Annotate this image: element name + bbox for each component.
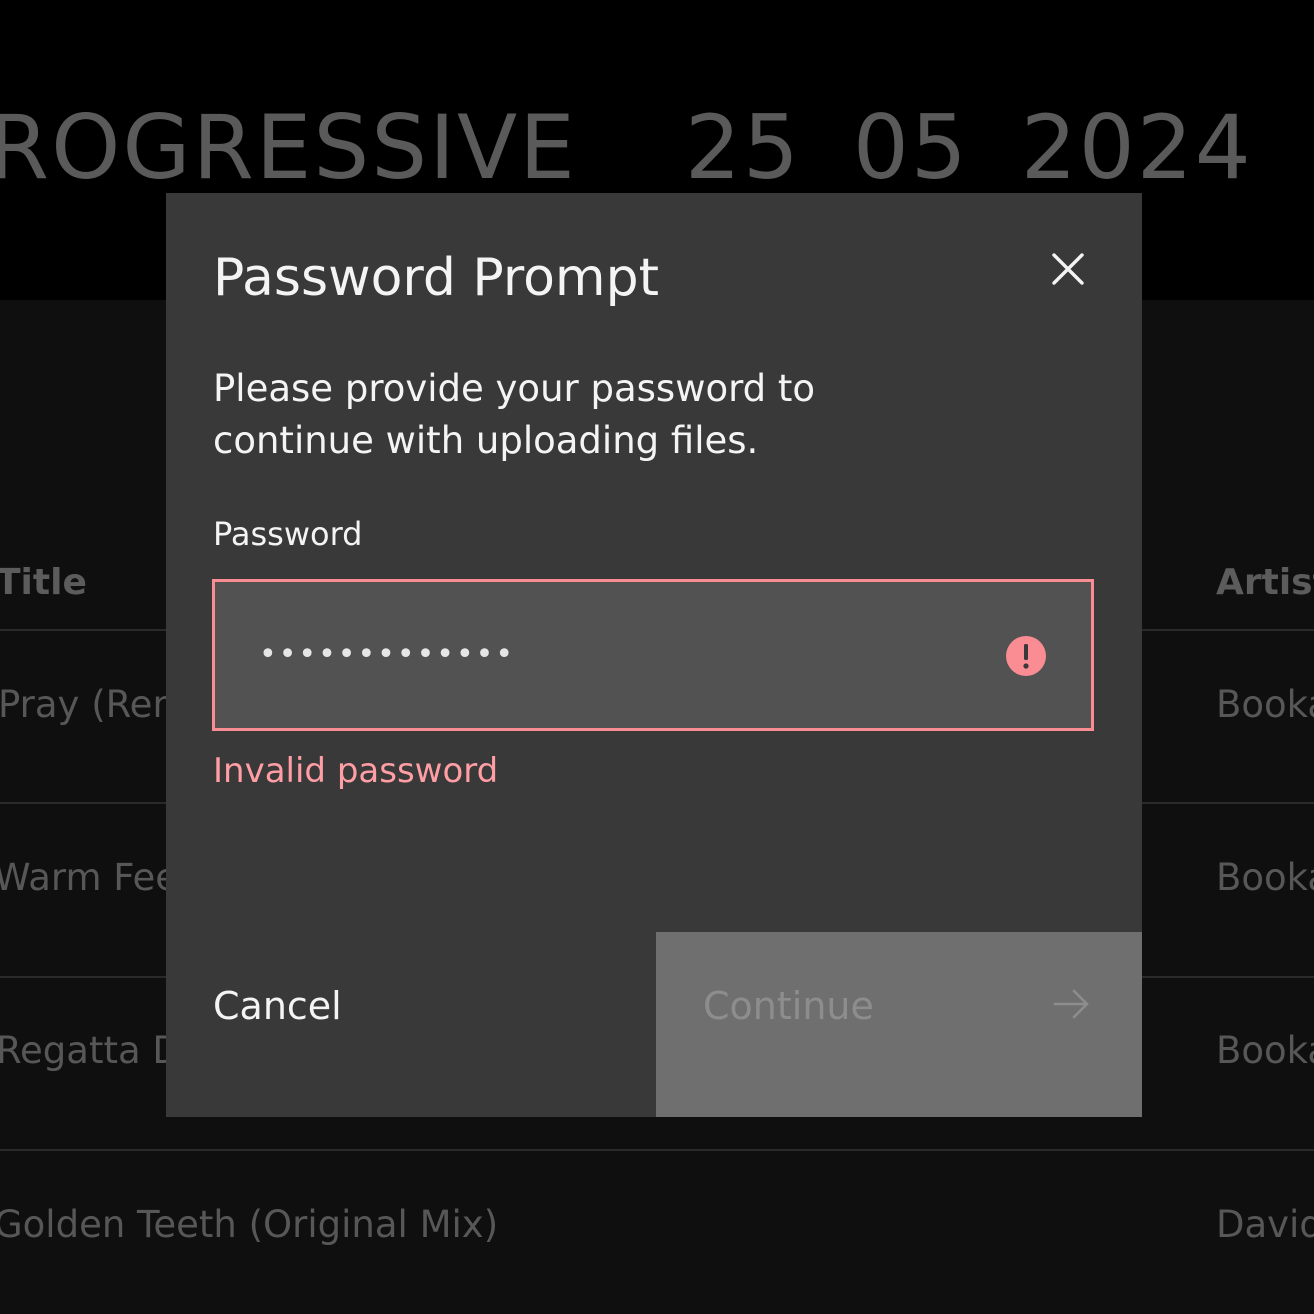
row-title: Pray (Rem: [0, 683, 189, 726]
event-date-month: 05: [852, 96, 969, 199]
password-input[interactable]: •••••••••••••: [212, 579, 1094, 731]
event-date-day: 25: [684, 96, 801, 199]
warning-filled-icon: [1006, 636, 1046, 676]
event-date-year: 2024: [1020, 96, 1253, 199]
password-label: Password: [213, 515, 363, 553]
event-banner: ROGRESSIVE 25 05 2024: [0, 104, 1253, 192]
cancel-button[interactable]: Cancel: [166, 932, 656, 1117]
row-artist: Booka: [1216, 856, 1314, 899]
column-header-artist: Artist: [1216, 562, 1314, 603]
close-button[interactable]: [1036, 237, 1100, 301]
close-icon: [1052, 253, 1084, 285]
column-header-title: Title: [0, 562, 87, 603]
modal-description: Please provide your password to continue…: [213, 367, 816, 462]
continue-button-label: Continue: [703, 984, 874, 1028]
row-divider: [0, 1149, 1314, 1151]
password-error-message: Invalid password: [213, 751, 499, 791]
screen: ROGRESSIVE25052024 Title Artist Pray (Re…: [0, 0, 1314, 1314]
password-masked-value: •••••••••••••: [259, 637, 516, 672]
continue-button[interactable]: Continue: [656, 932, 1142, 1117]
cancel-button-label: Cancel: [213, 984, 342, 1028]
event-name: ROGRESSIVE: [0, 96, 577, 199]
arrow-right-icon: [1053, 989, 1089, 1019]
event-date: 25 05 2024: [685, 96, 1253, 199]
row-title: Golden Teeth (Original Mix): [0, 1203, 499, 1246]
modal-title: Password Prompt: [213, 248, 659, 308]
row-title: Regatta D: [0, 1029, 181, 1072]
row-title: Warm Fee: [0, 856, 179, 899]
row-artist: Booka: [1216, 683, 1314, 726]
password-prompt-modal: Password Prompt Please provide your pass…: [166, 193, 1142, 1117]
row-artist: David: [1216, 1203, 1314, 1246]
row-artist: Booka: [1216, 1029, 1314, 1072]
